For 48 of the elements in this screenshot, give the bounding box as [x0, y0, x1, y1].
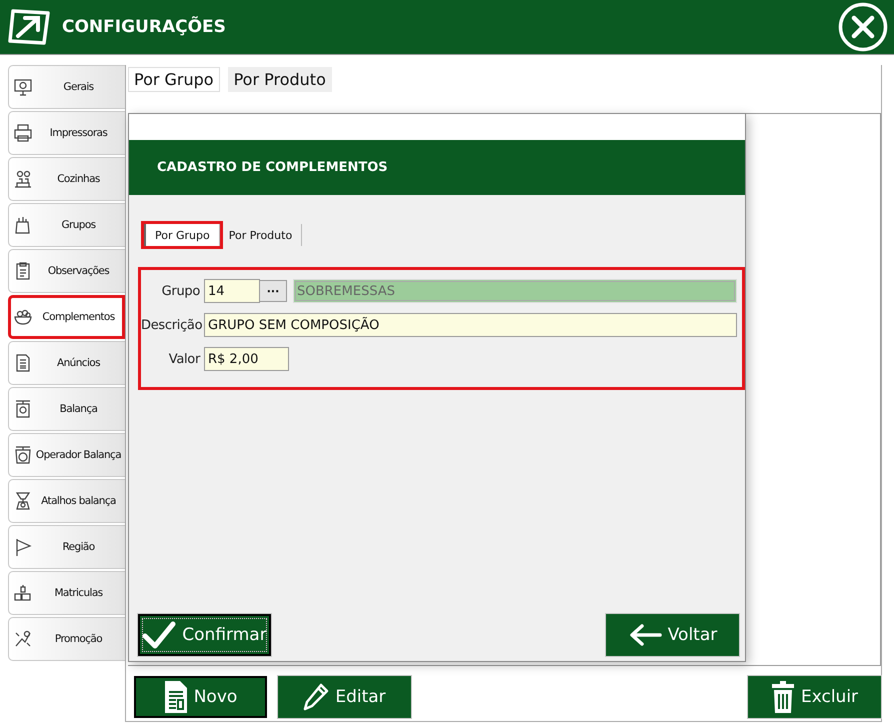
window-title: CONFIGURAÇÕES [62, 17, 227, 37]
field-label: Descrição [141, 318, 202, 332]
sidebar-item[interactable]: Anúncios [8, 341, 125, 385]
sidebar-item[interactable]: Cozinhas [8, 157, 125, 201]
trash-icon [770, 680, 795, 714]
sidebar-item[interactable]: Região [8, 525, 125, 569]
sidebar-item[interactable]: Balança [8, 387, 125, 431]
left-arrow-icon [628, 623, 662, 647]
back-button[interactable]: Voltar [606, 614, 739, 656]
logo-icon [8, 8, 50, 46]
document-icon [164, 680, 188, 714]
sidebar-item[interactable]: Observações [8, 249, 125, 293]
edit-button[interactable]: Editar [278, 676, 411, 718]
pencil-icon [303, 683, 330, 711]
sidebar-icon [13, 445, 33, 465]
sidebar-item[interactable]: Atalhos balança [8, 479, 125, 523]
sidebar-item[interactable]: Matriculas [8, 571, 125, 615]
sidebar-item[interactable]: Promoção [8, 617, 125, 661]
input-field[interactable]: R$ 2,00 [204, 347, 289, 371]
sidebar-item[interactable]: Complementos [8, 295, 125, 339]
sidebar-icon [13, 307, 33, 327]
sidebar-icon [13, 169, 33, 189]
field-label: Grupo [160, 284, 201, 298]
input-field[interactable]: GRUPO SEM COMPOSIÇÃO [204, 313, 737, 337]
sidebar-icon [13, 491, 33, 511]
sidebar-icon [13, 399, 33, 419]
dialog-header: CADASTRO DE COMPLEMENTOS [129, 140, 745, 195]
sidebar-icon [13, 583, 33, 603]
tab[interactable]: Por Grupo [144, 224, 220, 246]
delete-button[interactable]: Excluir [748, 676, 881, 718]
input-field[interactable]: 14 [204, 279, 260, 303]
tab[interactable]: Por Produto [220, 224, 302, 246]
sidebar-item[interactable]: Operador Balança [8, 433, 125, 477]
lookup-button[interactable]: ··· [259, 280, 287, 302]
sidebar-icon [13, 123, 33, 143]
sidebar-item[interactable]: Impressoras [8, 111, 125, 155]
tab[interactable]: Por Produto [228, 67, 332, 92]
tab[interactable]: Por Grupo [128, 67, 220, 92]
sidebar-icon [13, 77, 33, 97]
sidebar-icon [13, 629, 33, 649]
check-icon [142, 621, 176, 649]
group-name-field: SOBREMESSAS [293, 279, 737, 303]
sidebar-item[interactable]: Gerais [8, 65, 125, 109]
sidebar-item[interactable]: Grupos [8, 203, 125, 247]
new-button[interactable]: Novo [134, 676, 267, 718]
field-label: Valor [168, 352, 202, 366]
close-icon[interactable] [838, 2, 888, 52]
confirm-button[interactable]: Confirmar [138, 614, 271, 656]
